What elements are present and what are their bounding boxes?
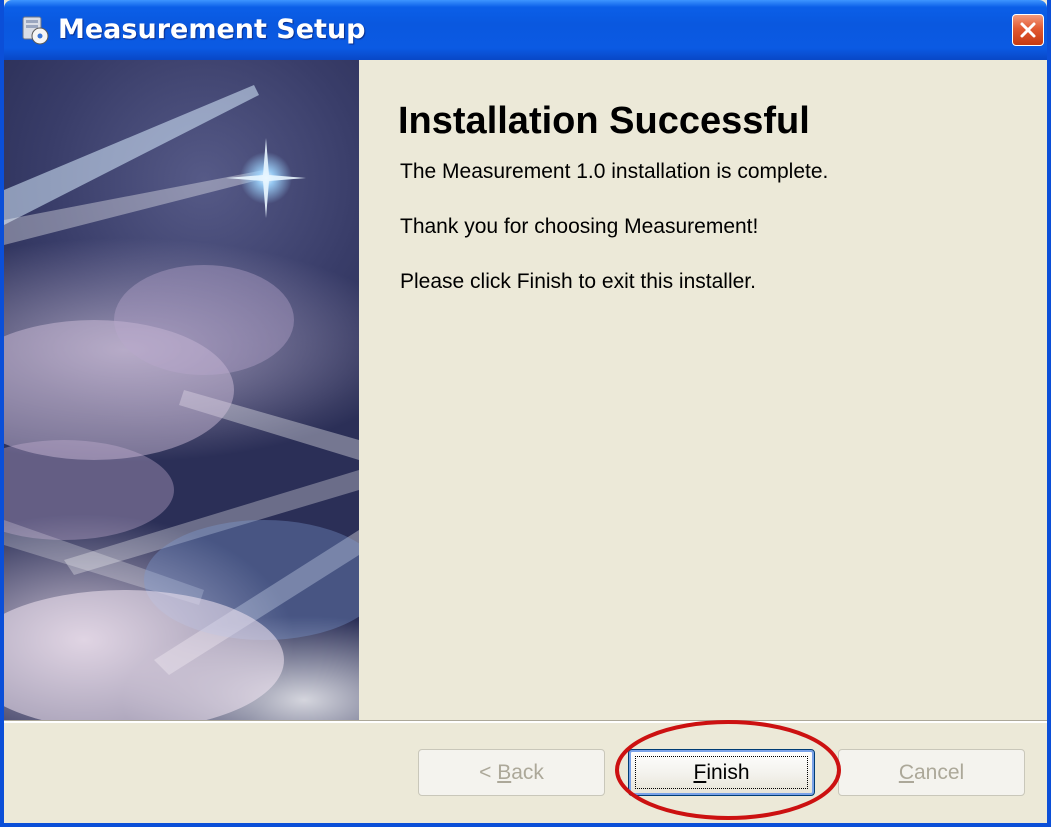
installer-icon — [20, 15, 50, 45]
wizard-content: Installation Successful The Measurement … — [359, 60, 1043, 720]
sky-light-rays-image — [4, 85, 359, 720]
back-button-label: < Back — [479, 760, 544, 784]
wizard-banner-image — [4, 60, 359, 720]
setup-window: Measurement Setup Installation Successfu… — [0, 0, 1051, 827]
cancel-button-label: Cancel — [898, 760, 965, 784]
finish-button[interactable]: Finish — [628, 749, 815, 796]
cancel-button[interactable]: Cancel — [838, 749, 1025, 796]
footer-divider — [4, 720, 1047, 723]
window-title: Measurement Setup — [58, 14, 366, 45]
thank-you-message: Thank you for choosing Measurement! — [400, 215, 759, 238]
page-title: Installation Successful — [398, 100, 810, 142]
focus-rectangle — [635, 756, 808, 789]
completion-message: The Measurement 1.0 installation is comp… — [400, 160, 829, 183]
exit-instruction: Please click Finish to exit this install… — [400, 270, 756, 293]
title-bar[interactable]: Measurement Setup — [4, 0, 1047, 60]
close-icon — [1020, 22, 1036, 38]
close-button[interactable] — [1012, 14, 1044, 46]
back-button[interactable]: < Back — [418, 749, 605, 796]
